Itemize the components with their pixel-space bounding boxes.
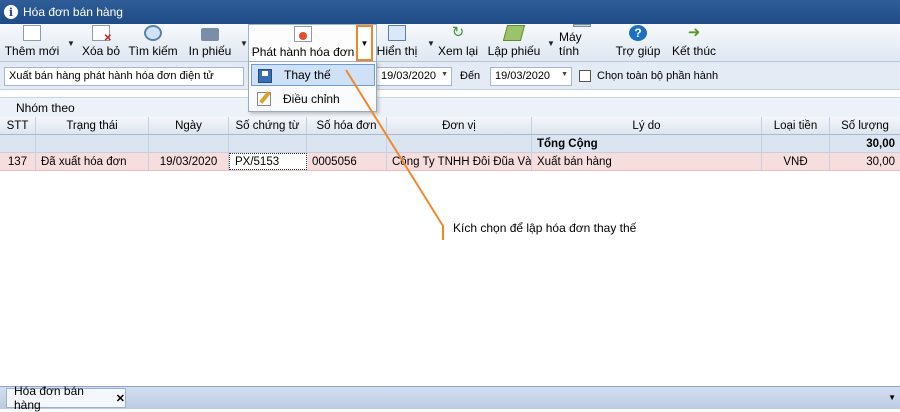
column-header[interactable]: Số hóa đơn bbox=[307, 117, 387, 134]
from-date-input[interactable]: 19/03/2020 ▼ bbox=[376, 67, 452, 86]
voucher-type-value: Xuất bán hàng phát hành hóa đơn điện tử bbox=[9, 70, 214, 82]
calculator-button[interactable]: Máy tính bbox=[559, 24, 605, 62]
refresh-icon: ↻ bbox=[451, 24, 465, 41]
row-date: 19/03/2020 bbox=[149, 153, 229, 170]
printer-icon bbox=[201, 28, 219, 41]
callout-text: Kích chọn để lập hóa đơn thay thế bbox=[453, 221, 637, 235]
certificate-icon bbox=[294, 26, 312, 42]
column-header[interactable]: Ngày bbox=[149, 117, 229, 134]
column-header[interactable]: Số chứng từ bbox=[229, 117, 307, 134]
add-button[interactable]: Thêm mới bbox=[4, 24, 60, 62]
delete-button[interactable]: Xóa bỏ bbox=[80, 24, 122, 62]
row-invoice: 0005056 bbox=[307, 153, 387, 170]
select-all-label: Chọn toàn bộ phần hành bbox=[597, 70, 719, 82]
title-bar: i Hóa đơn bán hàng bbox=[0, 0, 900, 24]
grid-header: STT Trạng thái Ngày Số chứng từ Số hóa đ… bbox=[0, 117, 900, 135]
toolbar: Thêm mới ▼ Xóa bỏ Tìm kiếm In phiếu ▼ Ph… bbox=[0, 24, 900, 62]
calculator-icon bbox=[573, 24, 591, 27]
help-icon: ? bbox=[629, 25, 647, 41]
search-label: Tìm kiếm bbox=[128, 44, 178, 58]
menu-item-adjust[interactable]: Điều chỉnh bbox=[251, 88, 375, 110]
search-icon bbox=[144, 25, 162, 41]
group-by-panel[interactable]: Nhóm theo bbox=[0, 97, 900, 117]
view-icon bbox=[388, 25, 406, 41]
row-currency: VNĐ bbox=[762, 153, 830, 170]
column-header[interactable]: Lý do bbox=[532, 117, 762, 134]
publish-dropdown-menu: Thay thế Điều chỉnh bbox=[248, 61, 377, 112]
calculator-label: Máy tính bbox=[559, 30, 582, 58]
help-label: Trợ giúp bbox=[615, 44, 661, 58]
group-by-label: Nhóm theo bbox=[16, 101, 75, 115]
publish-label: Phát hành hóa đơn bbox=[251, 45, 355, 59]
row-stt: 137 bbox=[0, 153, 36, 170]
create-form-button[interactable]: Lập phiếu bbox=[487, 24, 541, 62]
total-quantity: 30,00 bbox=[866, 137, 895, 150]
table-row[interactable]: 137 Đã xuất hóa đơn 19/03/2020 PX/5153 0… bbox=[0, 153, 900, 171]
row-voucher[interactable]: PX/5153 bbox=[229, 153, 307, 170]
total-row: Tổng Cộng 30,00 bbox=[0, 135, 900, 153]
info-icon: i bbox=[4, 5, 18, 19]
review-label: Xem lại bbox=[438, 44, 479, 58]
add-label: Thêm mới bbox=[4, 44, 60, 58]
menu-item-replace[interactable]: Thay thế bbox=[251, 64, 375, 86]
calendar-dropdown-icon: ▼ bbox=[561, 71, 568, 78]
review-button[interactable]: ↻ Xem lại bbox=[438, 24, 478, 62]
tab-list-arrow-icon[interactable]: ▼ bbox=[888, 393, 896, 402]
row-unit: Công Ty TNHH Đôi Đũa Vàng bbox=[387, 153, 532, 170]
chevron-down-icon: ▼ bbox=[360, 38, 369, 48]
window-title: Hóa đơn bán hàng bbox=[23, 5, 123, 19]
column-header[interactable]: Loại tiền bbox=[762, 117, 830, 134]
publish-invoice-button[interactable]: Phát hành hóa đơn bbox=[251, 25, 355, 63]
print-dropdown-arrow-icon[interactable]: ▼ bbox=[240, 39, 248, 48]
to-date-label: Đến bbox=[460, 70, 481, 82]
floppy-icon bbox=[258, 69, 272, 83]
filter-bar: Xuất bán hàng phát hành hóa đơn điện tử … bbox=[0, 62, 900, 90]
form-icon bbox=[502, 25, 526, 41]
column-header[interactable]: Trạng thái bbox=[36, 117, 149, 134]
to-date-input[interactable]: 19/03/2020 ▼ bbox=[490, 67, 572, 86]
invoice-grid: STT Trạng thái Ngày Số chứng từ Số hóa đ… bbox=[0, 117, 900, 171]
search-button[interactable]: Tìm kiếm bbox=[128, 24, 178, 62]
from-date-value: 19/03/2020 bbox=[381, 70, 437, 82]
delete-label: Xóa bỏ bbox=[81, 44, 121, 58]
new-document-icon bbox=[23, 25, 41, 41]
row-status: Đã xuất hóa đơn bbox=[36, 153, 149, 170]
exit-icon: ➜ bbox=[687, 24, 701, 41]
create-form-dropdown-arrow-icon[interactable]: ▼ bbox=[547, 39, 555, 48]
column-header[interactable]: Đơn vị bbox=[387, 117, 532, 134]
create-form-label: Lập phiếu bbox=[487, 44, 541, 58]
column-header[interactable]: Số lượng bbox=[830, 117, 900, 134]
menu-item-label: Điều chỉnh bbox=[283, 92, 340, 106]
row-reason: Xuất bán hàng bbox=[532, 153, 762, 170]
menu-item-label: Thay thế bbox=[284, 68, 331, 82]
tab-label: Hóa đơn bán hàng bbox=[14, 384, 84, 412]
column-header[interactable]: STT bbox=[0, 117, 36, 134]
calendar-dropdown-icon: ▼ bbox=[441, 71, 448, 78]
voucher-type-select[interactable]: Xuất bán hàng phát hành hóa đơn điện tử bbox=[4, 67, 244, 86]
total-label: Tổng Cộng bbox=[532, 135, 762, 152]
print-button[interactable]: In phiếu bbox=[187, 24, 233, 62]
close-icon[interactable]: ✕ bbox=[116, 392, 125, 405]
edit-icon bbox=[257, 92, 271, 106]
select-all-checkbox[interactable] bbox=[579, 70, 591, 82]
delete-icon bbox=[92, 25, 112, 44]
tab-sales-invoice[interactable]: Hóa đơn bán hàng ✕ bbox=[6, 384, 126, 412]
help-button[interactable]: ? Trợ giúp bbox=[614, 24, 662, 62]
tab-bar: Hóa đơn bán hàng ✕ ▼ bbox=[0, 384, 900, 412]
exit-button[interactable]: ➜ Kết thúc bbox=[671, 24, 717, 62]
print-label: In phiếu bbox=[188, 44, 232, 58]
exit-label: Kết thúc bbox=[671, 44, 717, 58]
view-label: Hiển thị bbox=[376, 44, 418, 58]
view-button[interactable]: Hiển thị bbox=[375, 24, 419, 62]
view-dropdown-arrow-icon[interactable]: ▼ bbox=[427, 39, 435, 48]
row-quantity: 30,00 bbox=[866, 155, 895, 168]
publish-dropdown-toggle[interactable]: ▼ bbox=[356, 25, 373, 61]
add-dropdown-arrow-icon[interactable]: ▼ bbox=[67, 39, 75, 48]
to-date-value: 19/03/2020 bbox=[495, 70, 551, 82]
